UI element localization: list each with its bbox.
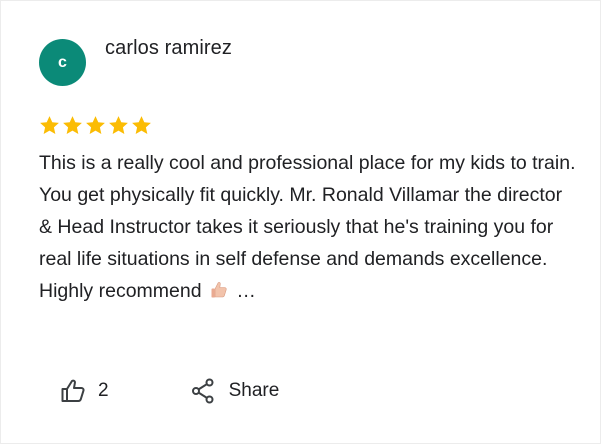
share-label: Share — [228, 380, 280, 401]
thumbs-up-emoji-icon — [211, 282, 227, 298]
star-icon — [40, 116, 59, 135]
like-button[interactable]: 2 — [60, 378, 109, 404]
review-text: This is a really cool and professional p… — [39, 147, 579, 307]
review-card: c carlos ramirez This is a really cool a… — [0, 0, 601, 444]
star-rating — [38, 114, 153, 137]
share-icon — [191, 378, 214, 404]
star-icon — [109, 116, 128, 135]
star-icon — [63, 116, 82, 135]
like-count: 2 — [98, 380, 109, 401]
avatar[interactable]: c — [39, 39, 86, 86]
thumbs-up-icon — [61, 379, 85, 402]
share-button[interactable]: Share — [191, 378, 280, 404]
truncation-ellipsis[interactable]: … — [236, 280, 256, 302]
review-body: This is a really cool and professional p… — [39, 152, 576, 302]
star-icon — [86, 116, 105, 135]
avatar-letter: c — [58, 53, 67, 71]
star-icon — [132, 116, 151, 135]
review-actions: 2 Share — [60, 378, 279, 404]
reviewer-name[interactable]: carlos ramirez — [105, 37, 232, 60]
